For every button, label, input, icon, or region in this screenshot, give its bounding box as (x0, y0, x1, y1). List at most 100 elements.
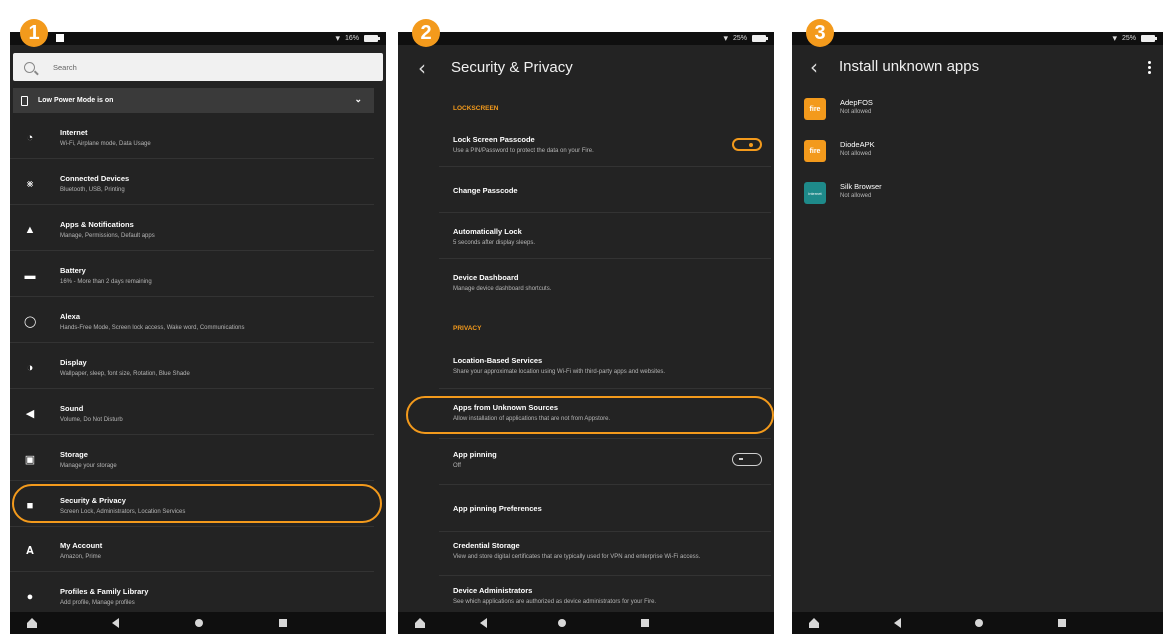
section-lockscreen: LOCKSCREEN (453, 105, 499, 112)
row-title: App pinning (453, 450, 497, 459)
settings-item-title: Sound (60, 404, 84, 413)
home-icon[interactable] (808, 617, 820, 629)
row-subtitle: Use a PIN/Password to protect the data o… (453, 148, 594, 154)
silk-browser-icon: internet (804, 182, 826, 204)
row-title: Change Passcode (453, 186, 518, 195)
search-input[interactable]: Search (13, 53, 383, 81)
fire-app-icon: fire (804, 140, 826, 162)
row-automatically-lock[interactable]: Automatically Lock 5 seconds after displ… (439, 213, 771, 259)
home-nav-icon[interactable] (558, 619, 566, 627)
battery-percent: 25% (732, 35, 747, 42)
row-title: Credential Storage (453, 541, 520, 550)
app-status: Not allowed (840, 193, 872, 199)
settings-item-subtitle: Wallpaper, sleep, font size, Rotation, B… (60, 371, 190, 377)
alexa-icon: ◯ (24, 316, 37, 328)
settings-item-subtitle: Add profile, Manage profiles (60, 600, 135, 606)
row-title: Location-Based Services (453, 356, 543, 365)
back-nav-icon[interactable] (480, 618, 487, 628)
settings-item-subtitle: Wi-Fi, Airplane mode, Data Usage (60, 141, 151, 147)
app-name: Silk Browser (840, 182, 882, 191)
status-bar: ▾ 25% (398, 32, 774, 45)
row-device-dashboard[interactable]: Device Dashboard Manage device dashboard… (439, 259, 771, 304)
app-row-diodeapk[interactable]: fire DiodeAPK Not allowed (804, 136, 1144, 166)
storage-icon: ▣ (24, 454, 36, 466)
row-lock-screen-passcode[interactable]: Lock Screen Passcode Use a PIN/Password … (439, 125, 771, 167)
chevron-down-icon[interactable]: ⌄ (354, 94, 362, 105)
row-subtitle: 5 seconds after display sleeps. (453, 240, 536, 246)
row-app-pinning[interactable]: App pinning Off (439, 439, 771, 485)
settings-item-subtitle: Manage your storage (60, 463, 117, 469)
row-subtitle: Manage device dashboard shortcuts. (453, 286, 552, 292)
settings-item-subtitle: Hands-Free Mode, Screen lock access, Wak… (60, 325, 245, 331)
home-icon[interactable] (26, 617, 38, 629)
home-icon[interactable] (414, 617, 426, 629)
recents-nav-icon[interactable] (279, 619, 287, 627)
back-arrow-icon[interactable]: ‹ (810, 55, 818, 79)
wifi-status-icon: ▾ (1112, 33, 1117, 43)
row-app-pinning-preferences[interactable]: App pinning Preferences (439, 485, 771, 532)
row-subtitle: Share your approximate location using Wi… (453, 369, 666, 375)
settings-item-connected-devices[interactable]: ⨳ Connected Devices Bluetooth, USB, Prin… (10, 165, 374, 205)
app-status: Not allowed (840, 151, 872, 157)
settings-item-title: Profiles & Family Library (60, 587, 149, 596)
wifi-icon: ◔ (26, 132, 34, 144)
settings-item-apps-notifications[interactable]: ▲ Apps & Notifications Manage, Permissio… (10, 211, 374, 251)
battery-status-icon (364, 35, 380, 42)
settings-item-internet[interactable]: ◔ Internet Wi-Fi, Airplane mode, Data Us… (10, 119, 374, 159)
settings-item-title: Apps & Notifications (60, 220, 134, 229)
navigation-bar (792, 612, 1163, 634)
speaker-icon: ◀ (25, 408, 35, 420)
row-change-passcode[interactable]: Change Passcode (439, 167, 771, 213)
settings-screen: ▾ 16% Search Low Power Mode is on ⌄ ◔ In… (10, 32, 386, 634)
row-device-administrators[interactable]: Device Administrators See which applicat… (439, 576, 771, 612)
app-row-silk-browser[interactable]: internet Silk Browser Not allowed (804, 178, 1144, 208)
highlight-unknown-sources (406, 396, 774, 434)
search-icon (24, 61, 35, 73)
settings-item-subtitle: Amazon, Prime (60, 554, 102, 560)
settings-item-subtitle: Manage, Permissions, Default apps (60, 233, 155, 239)
settings-item-sound[interactable]: ◀ Sound Volume, Do Not Disturb (10, 395, 374, 435)
back-arrow-icon[interactable]: ‹ (418, 56, 426, 80)
battery-saver-icon (21, 95, 28, 106)
settings-item-alexa[interactable]: ◯ Alexa Hands-Free Mode, Screen lock acc… (10, 303, 374, 343)
settings-item-title: Connected Devices (60, 174, 130, 183)
row-title: Device Administrators (453, 586, 533, 595)
step-badge-3: 3 (806, 19, 834, 47)
home-nav-icon[interactable] (975, 619, 983, 627)
app-name: DiodeAPK (840, 140, 875, 149)
app-pinning-toggle[interactable] (732, 453, 762, 466)
settings-item-subtitle: Volume, Do Not Disturb (60, 417, 123, 423)
account-icon: 𝚨 (26, 545, 34, 557)
security-privacy-screen: ▾ 25% ‹ Security & Privacy LOCKSCREEN Lo… (398, 32, 774, 634)
row-credential-storage[interactable]: Credential Storage View and store digita… (439, 532, 771, 576)
settings-item-title: Display (60, 358, 87, 367)
row-title: Device Dashboard (453, 273, 519, 282)
low-power-banner[interactable]: Low Power Mode is on ⌄ (13, 88, 374, 113)
row-title: App pinning Preferences (453, 504, 542, 513)
settings-item-display[interactable]: ◑ Display Wallpaper, sleep, font size, R… (10, 349, 374, 389)
app-row-adepfos[interactable]: fire AdepFOS Not allowed (804, 94, 1144, 124)
back-nav-icon[interactable] (112, 618, 119, 628)
home-nav-icon[interactable] (195, 619, 203, 627)
status-bar: ▾ 16% (10, 32, 386, 45)
recents-nav-icon[interactable] (1058, 619, 1066, 627)
settings-item-my-account[interactable]: 𝚨 My Account Amazon, Prime (10, 532, 374, 572)
battery-percent: 16% (344, 35, 359, 42)
row-location-services[interactable]: Location-Based Services Share your appro… (439, 345, 771, 389)
app-name: AdepFOS (840, 98, 873, 107)
bell-icon: ▲ (24, 224, 36, 236)
more-options-icon[interactable] (1148, 61, 1151, 76)
settings-item-storage[interactable]: ▣ Storage Manage your storage (10, 441, 374, 481)
battery-percent: 25% (1121, 35, 1136, 42)
display-icon: ◑ (26, 362, 34, 374)
settings-item-battery[interactable]: ▬ Battery 16% - More than 2 days remaini… (10, 257, 374, 297)
bluetooth-icon: ⨳ (26, 178, 34, 190)
back-nav-icon[interactable] (894, 618, 901, 628)
fire-app-icon: fire (804, 98, 826, 120)
settings-item-subtitle: Bluetooth, USB, Printing (60, 187, 125, 193)
people-icon: ● (26, 591, 34, 603)
lock-passcode-toggle[interactable] (732, 138, 762, 151)
recents-nav-icon[interactable] (641, 619, 649, 627)
step-badge-1: 1 (20, 19, 48, 47)
navigation-bar (10, 612, 386, 634)
